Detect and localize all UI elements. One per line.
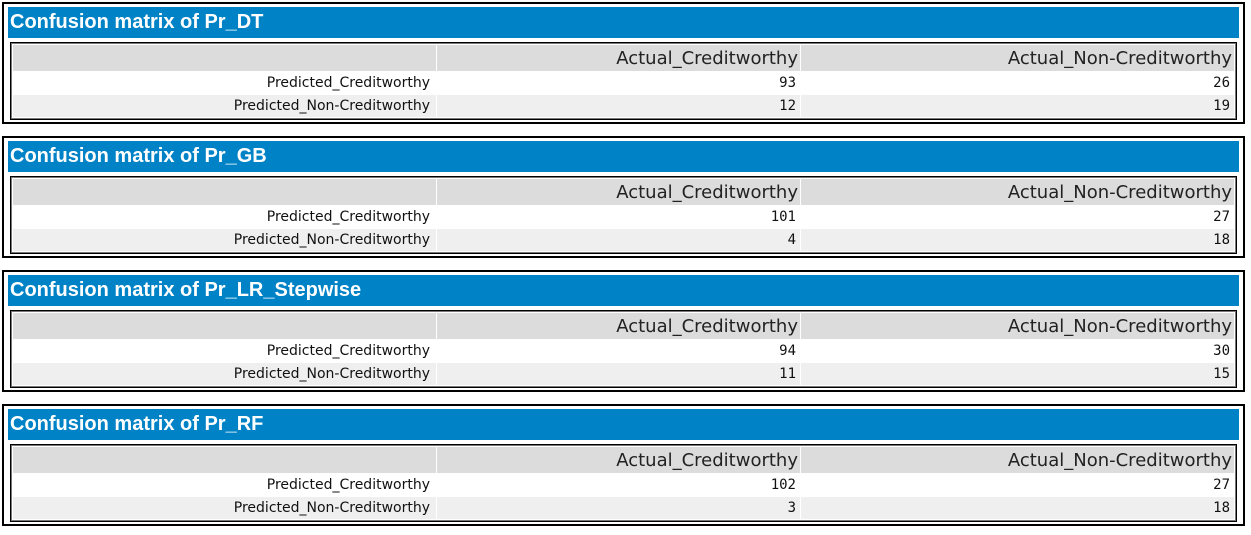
corner-cell [13, 179, 436, 205]
confusion-matrix-table: Actual_Creditworthy Actual_Non-Creditwor… [10, 42, 1237, 120]
confusion-matrix-panel-rf: Confusion matrix of Pr_RF Actual_Creditw… [2, 404, 1245, 526]
table-row: Predicted_Non-Creditworthy 11 15 [13, 363, 1234, 385]
panel-title: Confusion matrix of Pr_LR_Stepwise [8, 275, 1239, 306]
confusion-matrix-table: Actual_Creditworthy Actual_Non-Creditwor… [10, 310, 1237, 388]
table-cell: 93 [437, 72, 800, 94]
column-header: Actual_Non-Creditworthy [801, 447, 1234, 473]
table-header-row: Actual_Creditworthy Actual_Non-Creditwor… [13, 179, 1234, 205]
row-header: Predicted_Creditworthy [13, 72, 436, 94]
table-cell: 27 [801, 474, 1234, 496]
column-header: Actual_Creditworthy [437, 179, 800, 205]
table-row: Predicted_Non-Creditworthy 3 18 [13, 497, 1234, 519]
table-header-row: Actual_Creditworthy Actual_Non-Creditwor… [13, 45, 1234, 71]
table-cell: 12 [437, 95, 800, 117]
confusion-matrix-panel-dt: Confusion matrix of Pr_DT Actual_Creditw… [2, 2, 1245, 124]
table-cell: 19 [801, 95, 1234, 117]
row-header: Predicted_Creditworthy [13, 206, 436, 228]
panel-title: Confusion matrix of Pr_DT [8, 7, 1239, 38]
confusion-matrix-table: Actual_Creditworthy Actual_Non-Creditwor… [10, 176, 1237, 254]
column-header: Actual_Creditworthy [437, 313, 800, 339]
table-cell: 26 [801, 72, 1234, 94]
row-header: Predicted_Non-Creditworthy [13, 497, 436, 519]
table-row: Predicted_Creditworthy 93 26 [13, 72, 1234, 94]
table-cell: 101 [437, 206, 800, 228]
confusion-matrix-panel-gb: Confusion matrix of Pr_GB Actual_Creditw… [2, 136, 1245, 258]
column-header: Actual_Non-Creditworthy [801, 179, 1234, 205]
table-cell: 3 [437, 497, 800, 519]
table-cell: 18 [801, 497, 1234, 519]
table-cell: 11 [437, 363, 800, 385]
row-header: Predicted_Creditworthy [13, 340, 436, 362]
table-cell: 102 [437, 474, 800, 496]
column-header: Actual_Non-Creditworthy [801, 45, 1234, 71]
corner-cell [13, 45, 436, 71]
confusion-matrix-table: Actual_Creditworthy Actual_Non-Creditwor… [10, 444, 1237, 522]
column-header: Actual_Creditworthy [437, 45, 800, 71]
table-row: Predicted_Creditworthy 102 27 [13, 474, 1234, 496]
table-row: Predicted_Creditworthy 94 30 [13, 340, 1234, 362]
row-header: Predicted_Non-Creditworthy [13, 95, 436, 117]
column-header: Actual_Creditworthy [437, 447, 800, 473]
panel-title: Confusion matrix of Pr_RF [8, 409, 1239, 440]
table-header-row: Actual_Creditworthy Actual_Non-Creditwor… [13, 313, 1234, 339]
panel-title: Confusion matrix of Pr_GB [8, 141, 1239, 172]
table-cell: 15 [801, 363, 1234, 385]
table-header-row: Actual_Creditworthy Actual_Non-Creditwor… [13, 447, 1234, 473]
table-cell: 18 [801, 229, 1234, 251]
row-header: Predicted_Non-Creditworthy [13, 363, 436, 385]
table-row: Predicted_Creditworthy 101 27 [13, 206, 1234, 228]
row-header: Predicted_Creditworthy [13, 474, 436, 496]
confusion-matrix-panel-lr-stepwise: Confusion matrix of Pr_LR_Stepwise Actua… [2, 270, 1245, 392]
corner-cell [13, 313, 436, 339]
column-header: Actual_Non-Creditworthy [801, 313, 1234, 339]
row-header: Predicted_Non-Creditworthy [13, 229, 436, 251]
table-cell: 30 [801, 340, 1234, 362]
table-cell: 94 [437, 340, 800, 362]
table-row: Predicted_Non-Creditworthy 12 19 [13, 95, 1234, 117]
table-row: Predicted_Non-Creditworthy 4 18 [13, 229, 1234, 251]
table-cell: 4 [437, 229, 800, 251]
corner-cell [13, 447, 436, 473]
table-cell: 27 [801, 206, 1234, 228]
